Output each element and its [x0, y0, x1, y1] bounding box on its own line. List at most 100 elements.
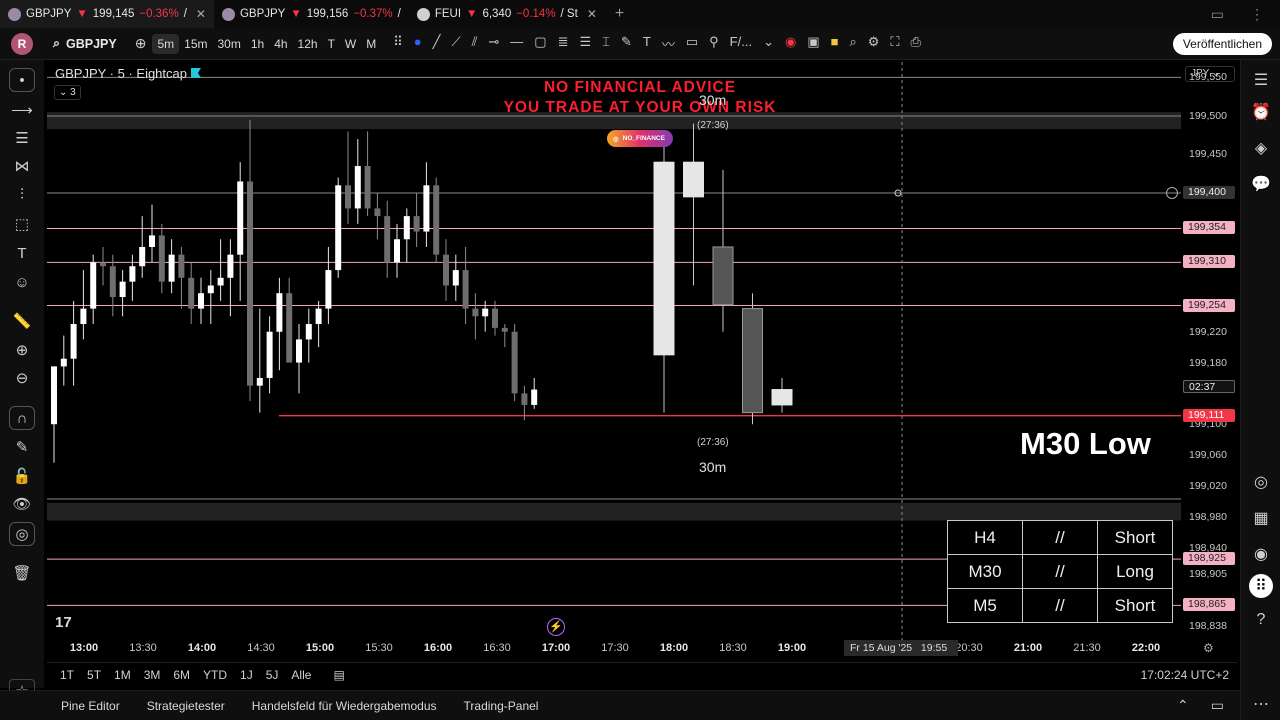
text-icon[interactable]: T: [643, 34, 651, 53]
m5-candle-body: [149, 235, 155, 247]
indicator-label[interactable]: F/...: [730, 34, 752, 53]
clock[interactable]: 17:02:24 UTC+2: [1141, 668, 1229, 682]
close-icon[interactable]: ✕: [587, 7, 597, 21]
pattern-tool-icon[interactable]: ⋈: [9, 154, 35, 178]
radio-icon[interactable]: ◉: [1249, 542, 1273, 566]
forecast-tool-icon[interactable]: ⫶: [9, 182, 35, 206]
magnet-icon[interactable]: ∩: [9, 406, 35, 430]
globe-icon[interactable]: ◎: [9, 522, 35, 546]
publish-button[interactable]: Veröffentlichen: [1172, 32, 1272, 55]
help-icon[interactable]: ?: [1249, 608, 1273, 632]
range-5d[interactable]: 5T: [87, 668, 101, 682]
screen-icon[interactable]: ▭: [1211, 6, 1224, 23]
compare-icon[interactable]: ⊕: [129, 35, 153, 52]
pencil-lock-icon[interactable]: ✎: [9, 435, 35, 459]
calendar-icon[interactable]: ▦: [1249, 506, 1273, 530]
price-tick-label: 199,020: [1189, 479, 1227, 492]
trendline-icon[interactable]: ╱: [433, 34, 441, 53]
timeframe-4h[interactable]: 4h: [269, 34, 292, 54]
channel-icon[interactable]: ⫽: [472, 34, 478, 53]
fib-channel-icon[interactable]: ☰: [580, 34, 592, 53]
browser-tab-1[interactable]: GBPJPY ▼ 199,145 −0.36% / ✕: [0, 0, 214, 28]
fib-icon[interactable]: ≣: [558, 34, 569, 53]
tab-replay-trading[interactable]: Handelsfeld für Wiedergabemodus: [252, 699, 437, 713]
m5-candle-body: [188, 277, 195, 309]
timeframe-day[interactable]: T: [323, 34, 340, 54]
range-1m[interactable]: 1M: [114, 668, 131, 682]
ruler-icon[interactable]: 📏: [9, 309, 35, 333]
fullscreen-icon[interactable]: ⛶: [890, 34, 899, 53]
settings-icon[interactable]: ⚙: [1203, 641, 1214, 655]
fib-tool-icon[interactable]: ☰: [9, 126, 35, 150]
timeframe-15m[interactable]: 15m: [179, 34, 212, 54]
price-axis[interactable]: JPY ⌄ 199,550 199,500 199,450 199,220 199,18…: [1181, 62, 1239, 640]
chevron-down-icon[interactable]: ⌄: [763, 34, 774, 53]
time-axis[interactable]: 13:00 13:30 14:00 14:30 15:00 15:30 16:00 16:30…: [47, 640, 1237, 658]
timeframe-month[interactable]: M: [361, 34, 381, 54]
line-tool-icon[interactable]: ⟶: [9, 98, 35, 122]
horizontal-ray-icon[interactable]: ⊸: [488, 34, 499, 53]
brush-icon[interactable]: ✎: [621, 34, 632, 53]
trash-icon[interactable]: 🗑: [9, 561, 35, 585]
range-1y[interactable]: 1J: [240, 668, 253, 682]
layers-icon[interactable]: ◈: [1249, 136, 1273, 160]
timeframe-5m[interactable]: 5m: [152, 33, 180, 54]
target-icon[interactable]: ◎: [1249, 470, 1273, 494]
range-1d[interactable]: 1T: [60, 668, 74, 682]
chart-legend[interactable]: GBPJPY · 5 · Eightcap: [55, 66, 201, 81]
chevron-up-icon[interactable]: ⌃: [1177, 697, 1189, 714]
zoom-out-icon[interactable]: ⊖: [9, 366, 35, 390]
apps-icon[interactable]: ⠿: [1249, 574, 1273, 598]
timeframe-12h[interactable]: 12h: [293, 34, 323, 54]
chart-pane[interactable]: GBPJPY · 5 · Eightcap ⌄ 3 NO FINANCIAL A…: [47, 62, 1237, 660]
browser-tab-2[interactable]: GBPJPY ▼ 199,156 −0.37% /: [214, 0, 409, 28]
new-tab-icon[interactable]: +: [605, 5, 634, 23]
timeframe-30m[interactable]: 30m: [212, 34, 245, 54]
timeframe-week[interactable]: W: [340, 34, 361, 54]
drag-handle-icon[interactable]: ⠿: [393, 34, 403, 53]
range-ytd[interactable]: YTD: [203, 668, 227, 682]
emoji-tool-icon[interactable]: ☺: [9, 270, 35, 294]
range-3m[interactable]: 3M: [144, 668, 161, 682]
range-5y[interactable]: 5J: [266, 668, 279, 682]
text-tool-icon[interactable]: T: [9, 241, 35, 265]
browser-tab-3[interactable]: FEUI ▼ 6,340 −0.14% / St ✕: [409, 0, 605, 28]
more-icon[interactable]: ⋮: [1250, 6, 1264, 23]
horizontal-line-icon[interactable]: —: [510, 34, 523, 53]
comment-icon[interactable]: ▭: [686, 34, 698, 53]
maximize-icon[interactable]: ▭: [1211, 697, 1224, 714]
shape-tool-icon[interactable]: ⬚: [9, 212, 35, 236]
template-icon[interactable]: ▣: [807, 34, 819, 53]
range-6m[interactable]: 6M: [173, 668, 190, 682]
watchlist-icon[interactable]: ☰: [1249, 68, 1273, 92]
avatar[interactable]: R: [11, 32, 33, 55]
close-icon[interactable]: ✕: [196, 7, 206, 21]
rectangle-icon[interactable]: ▢: [534, 34, 546, 53]
chart-type-icon[interactable]: ◉: [785, 34, 796, 53]
dot-icon[interactable]: ●: [414, 34, 422, 53]
symbol-search[interactable]: ⌕ GBPJPY: [53, 36, 117, 51]
zoom-icon[interactable]: ⌕: [849, 34, 856, 53]
timeframe-1h[interactable]: 1h: [246, 34, 269, 54]
lock-icon[interactable]: 🔓: [9, 464, 35, 488]
indicator-collapse[interactable]: ⌄ 3: [54, 85, 81, 100]
lightning-icon[interactable]: ⚡: [547, 618, 565, 636]
pattern-icon[interactable]: 〰: [662, 34, 675, 53]
crosshair-icon[interactable]: •: [9, 68, 35, 92]
camera-icon[interactable]: ⎙: [911, 34, 921, 53]
eye-icon[interactable]: 👁: [9, 492, 35, 516]
tab-strategy-tester[interactable]: Strategietester: [147, 699, 225, 713]
alarm-icon[interactable]: ⏰: [1249, 100, 1273, 124]
tab-trading-panel[interactable]: Trading-Panel: [464, 699, 539, 713]
chat-icon[interactable]: 💬: [1249, 172, 1273, 196]
measure-icon[interactable]: ⌶: [602, 34, 610, 53]
alert-icon[interactable]: ■: [831, 34, 839, 53]
pin-icon[interactable]: ⚲: [709, 34, 719, 53]
range-all[interactable]: Alle: [291, 668, 311, 682]
tab-pine-editor[interactable]: Pine Editor: [61, 699, 120, 713]
more-icon[interactable]: ⋯: [1249, 692, 1273, 716]
ray-icon[interactable]: ⟋: [451, 34, 460, 53]
zoom-in-icon[interactable]: ⊕: [9, 338, 35, 362]
calendar-range-icon[interactable]: ▤: [333, 668, 344, 682]
settings-icon[interactable]: ⚙: [868, 34, 880, 53]
